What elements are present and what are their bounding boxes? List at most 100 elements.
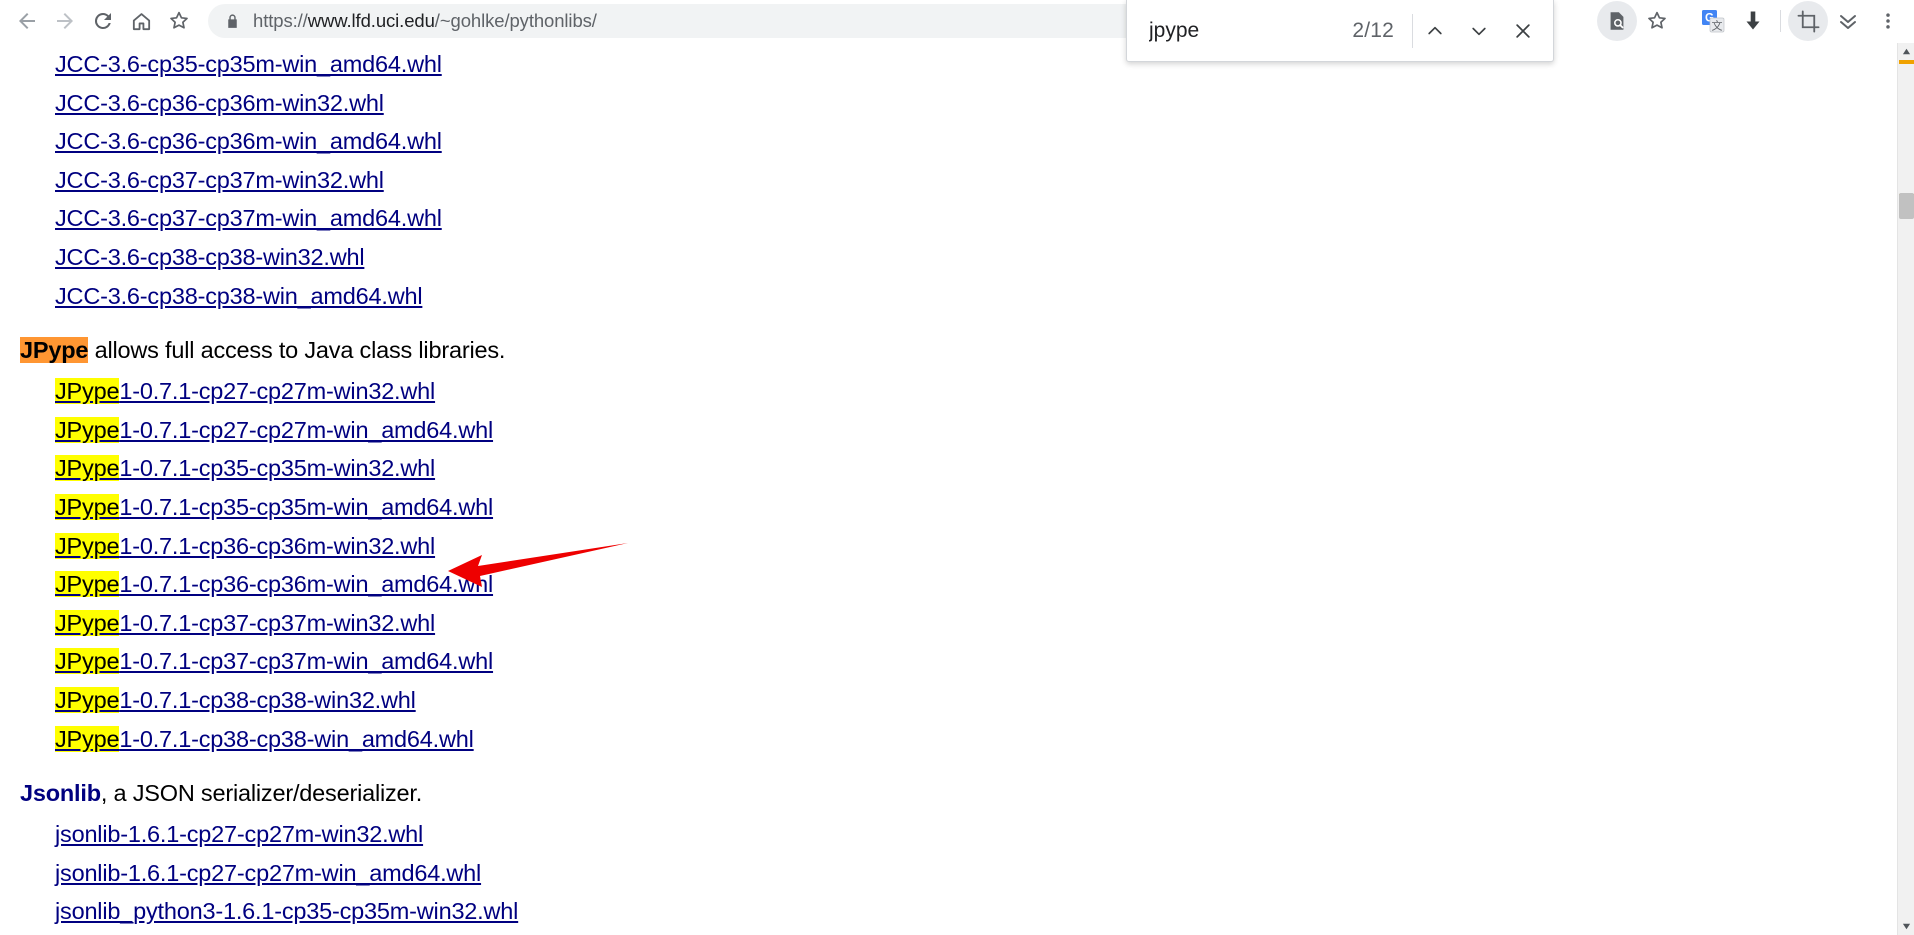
file-link-rest: 1-0.7.1-cp35-cp35m-win32.whl — [119, 455, 436, 482]
match-highlight: JPype — [55, 609, 120, 636]
package-name-jpype: JPype — [20, 337, 89, 364]
url-text: https://www.lfd.uci.edu/~gohlke/pythonli… — [253, 10, 597, 32]
scrollbar-match-tick — [1899, 60, 1914, 64]
file-link-rest: 1-0.7.1-cp37-cp37m-win32.whl — [119, 609, 436, 636]
url-path: /~gohlke/pythonlibs/ — [434, 10, 597, 31]
list-item: JPype1-0.7.1-cp38-cp38-win_amd64.whl — [55, 720, 1880, 759]
file-link[interactable]: JPype1-0.7.1-cp38-cp38-win_amd64.whl — [55, 725, 474, 752]
list-item: JPype1-0.7.1-cp27-cp27m-win_amd64.whl — [55, 411, 1880, 450]
file-list-jpype: JPype1-0.7.1-cp27-cp27m-win32.whl JPype1… — [0, 372, 1880, 758]
list-item: JCC-3.6-cp35-cp35m-win_amd64.whl — [55, 45, 1880, 84]
file-link[interactable]: jsonlib-1.6.1-cp27-cp27m-win32.whl — [55, 821, 423, 847]
file-link[interactable]: JPype1-0.7.1-cp36-cp36m-win32.whl — [55, 532, 435, 559]
list-item: JPype1-0.7.1-cp27-cp27m-win32.whl — [55, 372, 1880, 411]
svg-text:文: 文 — [1712, 18, 1723, 32]
list-item: jsonlib-1.6.1-cp27-cp27m-win_amd64.whl — [55, 854, 1880, 893]
list-item: JPype1-0.7.1-cp37-cp37m-win_amd64.whl — [55, 642, 1880, 681]
reload-icon — [94, 12, 111, 29]
file-link[interactable]: JCC-3.6-cp35-cp35m-win_amd64.whl — [55, 51, 442, 77]
match-highlight: JPype — [55, 416, 120, 443]
chrome-menu-kebab-icon[interactable] — [1868, 1, 1908, 41]
google-translate-extension-icon[interactable]: G 文 — [1693, 1, 1733, 41]
forward-arrow-icon — [57, 13, 73, 29]
find-next-button[interactable] — [1457, 9, 1501, 53]
forward-button[interactable] — [46, 2, 84, 40]
file-link[interactable]: JCC-3.6-cp36-cp36m-win_amd64.whl — [55, 128, 442, 154]
list-item: JPype1-0.7.1-cp37-cp37m-win32.whl — [55, 604, 1880, 643]
lock-icon — [224, 13, 241, 30]
file-link[interactable]: JCC-3.6-cp36-cp36m-win32.whl — [55, 90, 384, 116]
list-item: jsonlib-1.6.1-cp27-cp27m-win32.whl — [55, 815, 1880, 854]
match-highlight: JPype — [55, 455, 120, 482]
star-icon — [170, 11, 188, 29]
extensions-overflow-chevrons-icon[interactable] — [1828, 1, 1868, 41]
file-list-jsonlib: jsonlib-1.6.1-cp27-cp27m-win32.whl jsonl… — [0, 815, 1880, 935]
bookmark-star-icon[interactable] — [1637, 1, 1677, 41]
file-link[interactable]: JPype1-0.7.1-cp27-cp27m-win32.whl — [55, 378, 436, 405]
reload-button[interactable] — [84, 2, 122, 40]
list-item: jsonlib_python3-1.6.1-cp35-cp35m-win_amd… — [55, 931, 1880, 935]
find-in-page-indicator-icon[interactable] — [1597, 1, 1637, 41]
find-bar: 2/12 — [1126, 0, 1554, 62]
list-item: JCC-3.6-cp38-cp38-win32.whl — [55, 238, 1880, 277]
file-link-rest: 1-0.7.1-cp38-cp38-win32.whl — [119, 686, 416, 713]
scrollbar-down-button[interactable] — [1898, 918, 1914, 935]
url-host: www.lfd.uci.edu — [307, 10, 435, 31]
file-link[interactable]: JCC-3.6-cp37-cp37m-win32.whl — [55, 167, 384, 193]
file-link[interactable]: JPype1-0.7.1-cp37-cp37m-win32.whl — [55, 609, 436, 636]
list-item: JCC-3.6-cp36-cp36m-win32.whl — [55, 84, 1880, 123]
file-link[interactable]: JPype1-0.7.1-cp37-cp37m-win_amd64.whl — [55, 648, 494, 675]
list-item: JPype1-0.7.1-cp35-cp35m-win_amd64.whl — [55, 488, 1880, 527]
page-viewport: JCC-3.6-cp35-cp35m-win32.whl JCC-3.6-cp3… — [0, 43, 1914, 935]
back-button[interactable] — [8, 2, 46, 40]
find-close-button[interactable] — [1501, 9, 1545, 53]
file-link[interactable]: JPype1-0.7.1-cp27-cp27m-win_amd64.whl — [55, 416, 494, 443]
url-scheme: https:// — [253, 10, 308, 31]
toolbar-right-actions: G 文 — [1597, 1, 1914, 41]
scrollbar-up-button[interactable] — [1898, 43, 1914, 60]
screenshot-crop-extension-icon[interactable] — [1788, 1, 1828, 41]
file-link-rest: 1-0.7.1-cp37-cp37m-win_amd64.whl — [119, 648, 494, 675]
file-link[interactable]: JPype1-0.7.1-cp35-cp35m-win32.whl — [55, 455, 436, 482]
match-highlight: JPype — [55, 648, 120, 675]
file-link[interactable]: JPype1-0.7.1-cp36-cp36m-win_amd64.whl — [55, 571, 494, 598]
toolbar-separator — [1780, 10, 1781, 32]
file-link[interactable]: JPype1-0.7.1-cp35-cp35m-win_amd64.whl — [55, 493, 493, 520]
file-link-rest: 1-0.7.1-cp38-cp38-win_amd64.whl — [119, 725, 474, 752]
match-highlight: JPype — [55, 725, 120, 752]
find-match-count: 2/12 — [1352, 18, 1394, 42]
file-link[interactable]: JCC-3.6-cp37-cp37m-win_amd64.whl — [55, 205, 442, 231]
find-previous-button[interactable] — [1413, 9, 1457, 53]
home-button[interactable] — [122, 2, 160, 40]
list-item: JCC-3.6-cp38-cp38-win_amd64.whl — [55, 277, 1880, 316]
file-list-jcc: JCC-3.6-cp35-cp35m-win_amd64.whl JCC-3.6… — [0, 45, 1880, 315]
file-link-rest: 1-0.7.1-cp27-cp27m-win_amd64.whl — [119, 416, 494, 443]
package-description-jpype: JPype allows full access to Java class l… — [0, 331, 1880, 369]
file-link-rest: 1-0.7.1-cp27-cp27m-win32.whl — [119, 378, 436, 405]
file-link-rest: 1-0.7.1-cp36-cp36m-win_amd64.whl — [119, 571, 494, 598]
match-highlight: JPype — [55, 532, 120, 559]
package-name-jsonlib: Jsonlib — [20, 780, 101, 807]
page-scrollbar[interactable] — [1897, 43, 1914, 935]
scrollbar-thumb[interactable] — [1899, 193, 1914, 219]
match-highlight: JPype — [55, 571, 120, 598]
top-partial-row: JCC-3.6-cp35-cp35m-win32.whl — [0, 43, 1880, 45]
match-highlight: JPype — [55, 686, 120, 713]
file-link[interactable]: JCC-3.6-cp38-cp38-win32.whl — [55, 244, 365, 270]
list-item: JPype1-0.7.1-cp38-cp38-win32.whl — [55, 681, 1880, 720]
page-content: JCC-3.6-cp35-cp35m-win32.whl JCC-3.6-cp3… — [0, 43, 1880, 935]
download-extension-icon[interactable] — [1733, 1, 1773, 41]
find-input[interactable] — [1127, 18, 1353, 43]
file-link[interactable]: JCC-3.6-cp35-cp35m-win32.whl — [55, 43, 1880, 45]
file-link[interactable]: jsonlib-1.6.1-cp27-cp27m-win_amd64.whl — [55, 860, 481, 886]
package-description-text: , a JSON serializer/deserializer. — [100, 780, 423, 807]
list-item: JCC-3.6-cp37-cp37m-win32.whl — [55, 161, 1880, 200]
file-link[interactable]: JPype1-0.7.1-cp38-cp38-win32.whl — [55, 686, 416, 713]
file-link[interactable]: JCC-3.6-cp38-cp38-win_amd64.whl — [55, 283, 423, 309]
file-link[interactable]: jsonlib_python3-1.6.1-cp35-cp35m-win32.w… — [55, 898, 518, 924]
match-highlight: JPype — [55, 493, 120, 520]
toolbar-bookmark-star-button[interactable] — [160, 2, 198, 40]
package-description-jsonlib: Jsonlib, a JSON serializer/deserializer. — [0, 774, 1880, 812]
browser-window: https://www.lfd.uci.edu/~gohlke/pythonli… — [0, 0, 1914, 935]
back-arrow-icon — [19, 13, 35, 29]
